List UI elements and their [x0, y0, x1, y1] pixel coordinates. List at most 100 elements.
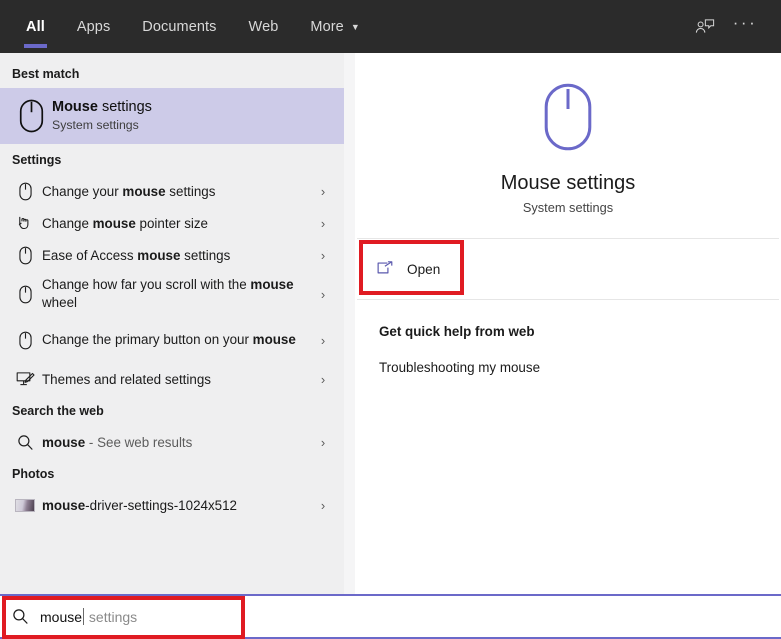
open-external-icon: [376, 261, 394, 277]
settings-item-label: Change how far you scroll with the mouse…: [40, 276, 310, 312]
chevron-right-icon: ›: [310, 333, 336, 348]
chevron-right-icon: ›: [310, 498, 336, 513]
mouse-icon: [10, 178, 40, 204]
person-feedback-icon[interactable]: [685, 7, 725, 47]
label-bold: mouse: [250, 277, 293, 292]
search-icon: [0, 608, 40, 625]
preview-title: Mouse settings: [501, 170, 636, 196]
tab-active-underline: [24, 44, 47, 48]
tab-more[interactable]: More ▼: [294, 0, 375, 53]
web-search-result-mouse[interactable]: mouse - See web results ›: [0, 426, 344, 458]
label-post: settings: [180, 248, 230, 263]
section-header-settings: Settings: [0, 144, 344, 175]
tab-apps-label: Apps: [77, 19, 110, 35]
search-icon: [10, 429, 40, 455]
quick-help-section: Get quick help from web Troubleshooting …: [355, 300, 781, 375]
label-bold: mouse: [93, 216, 136, 231]
label-bold: mouse: [253, 332, 296, 347]
mouse-icon: [10, 242, 40, 268]
tab-apps[interactable]: Apps: [61, 0, 126, 53]
overflow-menu-button[interactable]: ···: [725, 7, 765, 47]
chevron-right-icon: ›: [310, 216, 336, 231]
settings-item-label: Themes and related settings: [40, 371, 310, 388]
settings-item-themes-and-related-settings[interactable]: Themes and related settings ›: [0, 363, 344, 395]
search-scope-tabs: All Apps Documents Web More ▼: [0, 0, 376, 53]
tab-web[interactable]: Web: [233, 0, 295, 53]
chevron-down-icon: ▼: [351, 23, 360, 32]
settings-item-label: Change the primary button on your mouse: [40, 331, 310, 349]
tab-all-label: All: [26, 19, 45, 35]
label-pre: Themes and related settings: [42, 372, 211, 387]
settings-item-label: Ease of Access mouse settings: [40, 247, 310, 264]
photo-thumbnail-icon: [10, 492, 40, 518]
search-input[interactable]: mouse settings: [40, 608, 137, 625]
tab-documents-label: Documents: [142, 19, 216, 35]
open-button[interactable]: Open: [364, 245, 464, 293]
chevron-right-icon: ›: [310, 435, 336, 450]
overflow-menu-label: ···: [733, 14, 757, 31]
open-button-label: Open: [407, 262, 440, 277]
quick-help-link-troubleshooting[interactable]: Troubleshooting my mouse: [379, 360, 757, 375]
photo-result-mouse-driver-settings[interactable]: mouse-driver-settings-1024x512 ›: [0, 489, 344, 521]
search-suggestion-suffix: settings: [85, 609, 137, 625]
mouse-icon: [10, 281, 40, 307]
label-post: wheel: [42, 295, 77, 310]
label-pre: Change how far you scroll with the: [42, 277, 250, 292]
label-bold: mouse: [137, 248, 180, 263]
web-search-label: mouse - See web results: [40, 434, 310, 451]
mouse-icon: [10, 327, 40, 353]
preview-pane: Mouse settings System settings Open Get …: [355, 53, 781, 594]
settings-item-label: Change your mouse settings: [40, 183, 310, 200]
label-pre: Ease of Access: [42, 248, 137, 263]
section-header-search-the-web: Search the web: [0, 395, 344, 426]
preview-action-strip: Open: [355, 239, 781, 299]
chevron-right-icon: ›: [310, 184, 336, 199]
web-search-suffix: - See web results: [85, 435, 192, 450]
photo-label-bold: mouse: [42, 498, 85, 513]
best-match-title-bold: Mouse: [52, 99, 98, 115]
label-pre: Change: [42, 216, 93, 231]
label-pre: Change the primary button on your: [42, 332, 253, 347]
best-match-title: Mouse settings: [52, 98, 152, 117]
search-results-pane: Best match Mouse settings System setting…: [0, 53, 344, 594]
settings-item-label: Change mouse pointer size: [40, 215, 310, 232]
quick-help-title: Get quick help from web: [379, 324, 757, 339]
section-header-photos: Photos: [0, 458, 344, 489]
tab-web-label: Web: [249, 19, 279, 35]
best-match-result-mouse-settings[interactable]: Mouse settings System settings: [0, 88, 344, 144]
best-match-subtitle: System settings: [52, 117, 152, 134]
section-header-best-match: Best match: [0, 59, 344, 88]
chevron-right-icon: ›: [310, 287, 336, 302]
tab-documents[interactable]: Documents: [126, 0, 232, 53]
mouse-icon-large: [544, 83, 592, 156]
search-typed-value: mouse: [40, 609, 82, 625]
preview-hero: Mouse settings System settings: [355, 53, 781, 238]
windows-search-flyout: All Apps Documents Web More ▼: [0, 0, 781, 639]
photo-label-rest: -driver-settings-1024x512: [85, 498, 237, 513]
settings-item-change-scroll-amount[interactable]: Change how far you scroll with the mouse…: [0, 271, 344, 317]
label-post: settings: [166, 184, 216, 199]
search-input-bar[interactable]: mouse settings: [0, 594, 781, 639]
settings-item-change-primary-button[interactable]: Change the primary button on your mouse …: [0, 317, 344, 363]
best-match-title-rest: settings: [98, 99, 152, 115]
chevron-right-icon: ›: [310, 372, 336, 387]
settings-item-ease-of-access-mouse-settings[interactable]: Ease of Access mouse settings ›: [0, 239, 344, 271]
text-caret: [83, 608, 84, 625]
pane-divider: [344, 53, 355, 594]
mouse-icon: [10, 99, 52, 133]
web-search-query: mouse: [42, 435, 85, 450]
header-actions: ···: [685, 0, 781, 53]
settings-item-change-your-mouse-settings[interactable]: Change your mouse settings ›: [0, 175, 344, 207]
best-match-text: Mouse settings System settings: [52, 98, 152, 134]
tab-more-label: More: [310, 19, 343, 35]
label-bold: mouse: [122, 184, 165, 199]
label-pre: Change your: [42, 184, 122, 199]
label-post: pointer size: [136, 216, 208, 231]
personalization-icon: [10, 366, 40, 392]
tab-all[interactable]: All: [10, 0, 61, 53]
settings-item-change-mouse-pointer-size[interactable]: Change mouse pointer size ›: [0, 207, 344, 239]
search-header-bar: All Apps Documents Web More ▼: [0, 0, 781, 53]
hand-pointer-icon: [10, 210, 40, 236]
chevron-right-icon: ›: [310, 248, 336, 263]
photo-result-label: mouse-driver-settings-1024x512: [40, 497, 310, 514]
